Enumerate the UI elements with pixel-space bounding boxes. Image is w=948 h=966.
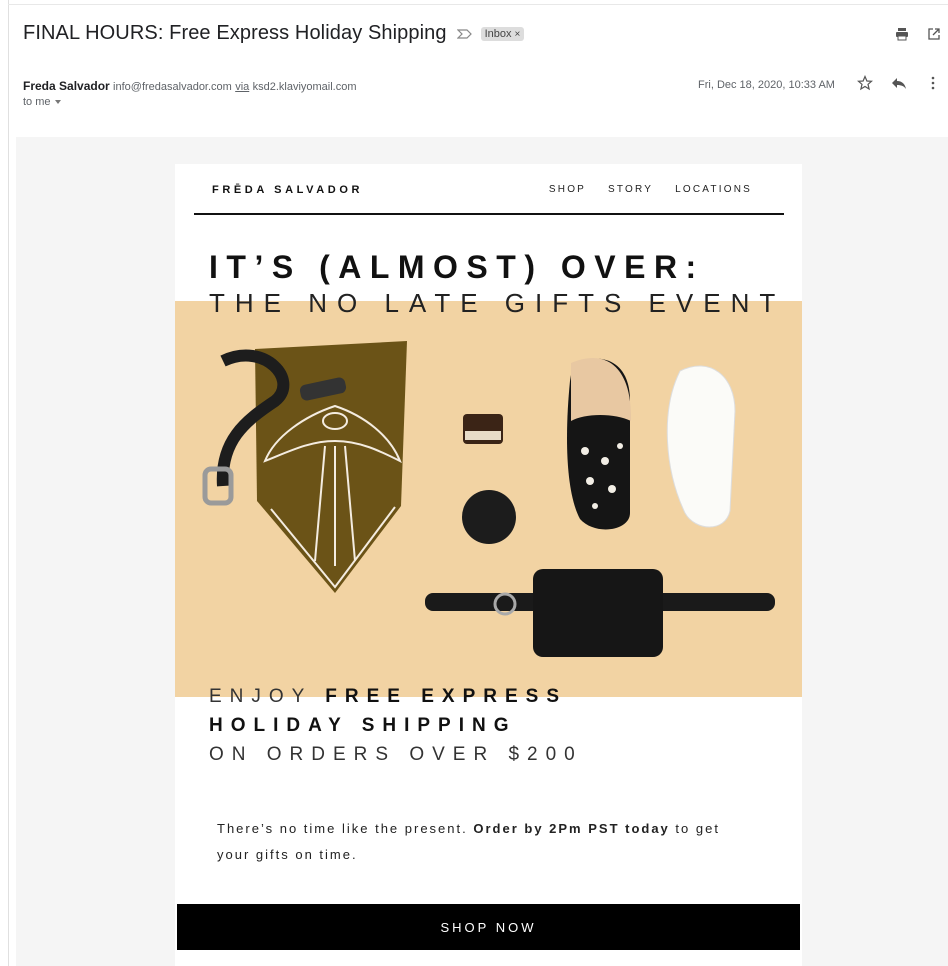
flatlay-illustration (202, 341, 775, 657)
nav-locations[interactable]: LOCATIONS (675, 184, 752, 195)
open-in-new-window-icon[interactable] (926, 26, 942, 42)
body-copy: There’s no time like the present. Order … (217, 816, 757, 868)
chevron-down-icon[interactable] (54, 96, 62, 108)
inbox-label-badge: Inbox × (480, 26, 525, 41)
message-actions (857, 75, 941, 91)
left-border (8, 0, 9, 966)
brand-logo[interactable]: FRĒDA SALVADOR (212, 184, 363, 196)
promo-free-express: FREE EXPRESS (325, 686, 567, 707)
inbox-label-text: Inbox (484, 27, 512, 40)
star-icon[interactable] (857, 75, 873, 91)
print-icon[interactable] (894, 26, 910, 42)
nav-shop[interactable]: SHOP (549, 184, 586, 195)
promo-enjoy: ENJOY (209, 686, 326, 707)
header-divider (194, 213, 784, 215)
body-copy-intro: There’s no time like the present. (217, 821, 474, 836)
white-sneaker (666, 365, 736, 528)
nav-story[interactable]: STORY (608, 184, 653, 195)
headline-primary: IT’S (ALMOST) OVER: (209, 249, 705, 285)
importance-marker-icon[interactable] (456, 26, 473, 42)
top-border (8, 4, 948, 5)
belt-bag (533, 569, 663, 657)
via-domain: ksd2.klaviyomail.com (252, 81, 357, 93)
thread-actions (894, 26, 942, 42)
remove-label-icon[interactable]: × (515, 29, 521, 40)
promo-orders-over: ON ORDERS OVER $200 (209, 744, 583, 765)
body-copy-deadline: Order by 2Pm PST today (473, 821, 670, 836)
headline-secondary: THE NO LATE GIFTS EVENT (209, 288, 786, 318)
newsletter-nav: SHOP STORY LOCATIONS (549, 184, 752, 195)
shipping-promo: ENJOY FREE EXPRESS HOLIDAY SHIPPING ON O… (209, 682, 583, 769)
sender-row: Freda Salvador info@fredasalvador.com vi… (23, 79, 357, 93)
sender-email: info@fredasalvador.com (113, 81, 232, 93)
reply-icon[interactable] (891, 75, 907, 91)
newsletter-card: FRĒDA SALVADOR SHOP STORY LOCATIONS IT’S… (175, 164, 802, 966)
recipient-text: to me (23, 96, 51, 108)
via-link[interactable]: via (235, 81, 249, 93)
promo-holiday-shipping: HOLIDAY SHIPPING (209, 715, 517, 736)
product-flatlay-image[interactable] (175, 301, 802, 697)
coin-purse (462, 490, 516, 544)
sender-name[interactable]: Freda Salvador (23, 79, 110, 93)
email-date: Fri, Dec 18, 2020, 10:33 AM (698, 79, 835, 91)
email-subject: FINAL HOURS: Free Express Holiday Shippi… (23, 22, 447, 44)
shop-now-button[interactable]: SHOP NOW (177, 904, 800, 950)
subject-row: FINAL HOURS: Free Express Holiday Shippi… (23, 22, 525, 45)
more-vertical-icon[interactable] (925, 75, 941, 91)
recipient-row[interactable]: to me (23, 96, 62, 108)
